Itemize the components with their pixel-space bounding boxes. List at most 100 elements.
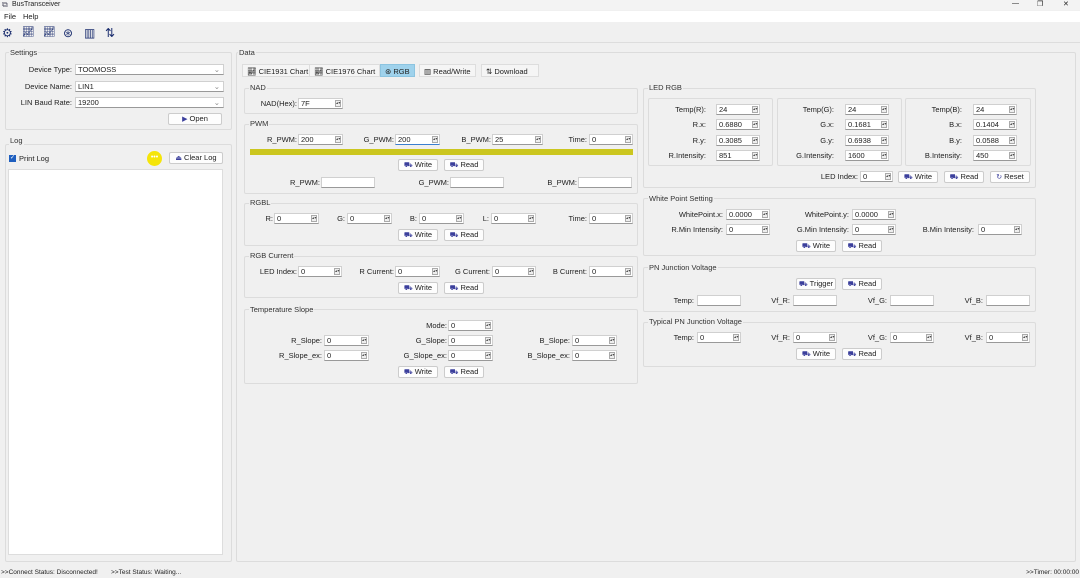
b-current-spinbox[interactable]: 0 ▴▾ (589, 266, 633, 277)
menu-help[interactable]: Help (23, 12, 38, 21)
g-min-intensity-spinbox[interactable]: 0 ▴▾ (852, 224, 896, 235)
r-pwm-spinbox[interactable]: 200 ▴▾ (298, 134, 343, 145)
mode-spinbox[interactable]: 0 ▴▾ (448, 320, 493, 331)
slope-write-button[interactable]: ⛟ Write (398, 366, 438, 378)
write-icon: ⛟ (903, 174, 913, 181)
pwm-time-spinbox[interactable]: 0 ▴▾ (589, 134, 633, 145)
pn-trigger-button[interactable]: ⛟ Trigger (796, 278, 836, 290)
close-button[interactable]: ✕ (1063, 0, 1069, 8)
chart-line-icon[interactable]: 📈︎ (22, 26, 35, 40)
print-log-checkbox[interactable]: ✓ (9, 155, 16, 162)
typ-read-button[interactable]: ⛟ Read (842, 348, 882, 360)
typ-write-button[interactable]: ⛟ Write (796, 348, 836, 360)
temp-r-spinbox[interactable]: 24 ▴▾ (716, 104, 760, 115)
b-slope-ex-spinbox[interactable]: 0 ▴▾ (572, 350, 617, 361)
g-slope-spinbox[interactable]: 0 ▴▾ (448, 335, 493, 346)
g-x-spinbox[interactable]: 0.1681 ▴▾ (845, 119, 889, 130)
slope-read-button[interactable]: ⛟ Read (444, 366, 484, 378)
nad-title: NAD (249, 83, 267, 92)
r-pwm-readout (321, 177, 375, 188)
device-type-select[interactable]: TOOMOSS ⌄ (75, 64, 224, 75)
current-led-index-spinbox[interactable]: 0 ▴▾ (298, 266, 342, 277)
read-icon: ⛟ (847, 281, 857, 288)
white-point-x-spinbox[interactable]: 0.0000 ▴▾ (726, 209, 770, 220)
g-pwm-spinbox[interactable]: 200 ▴▾ (395, 134, 440, 145)
typ-vf-b-label: Vf_B: (964, 333, 983, 342)
g-intensity-spinbox[interactable]: 1600 ▴▾ (845, 150, 889, 161)
read-write-icon[interactable]: ▥ (84, 26, 95, 40)
r-slope-spinbox[interactable]: 0 ▴▾ (324, 335, 369, 346)
r-current-spinbox[interactable]: 0 ▴▾ (395, 266, 440, 277)
r-min-intensity-spinbox[interactable]: 0 ▴▾ (726, 224, 770, 235)
device-name-select[interactable]: LIN1 ⌄ (75, 81, 224, 92)
write-icon: ⛟ (801, 351, 811, 358)
baud-rate-label: LIN Baud Rate: (20, 98, 72, 107)
menu-file[interactable]: File (4, 12, 16, 21)
temp-b-spinbox[interactable]: 24 ▴▾ (973, 104, 1017, 115)
baud-rate-select[interactable]: 19200 ⌄ (75, 97, 224, 108)
tab-rgb[interactable]: ⊛ RGB (380, 64, 415, 77)
clear-log-button[interactable]: ⏏ Clear Log (169, 152, 223, 164)
b-current-label: B Current: (552, 267, 587, 276)
rgb-current-title: RGB Current (249, 251, 295, 260)
maximize-button[interactable]: ❐ (1037, 0, 1043, 8)
r-intensity-spinbox[interactable]: 851 ▴▾ (716, 150, 760, 161)
pn-vf-g-readout (890, 295, 934, 306)
typ-vf-r-spinbox[interactable]: 0 ▴▾ (793, 332, 837, 343)
pwm-read-button[interactable]: ⛟ Read (444, 159, 484, 171)
rgbl-time-spinbox[interactable]: 0 ▴▾ (589, 213, 633, 224)
log-output[interactable] (8, 169, 223, 555)
white-write-button[interactable]: ⛟ Write (796, 240, 836, 252)
r-slope-ex-spinbox[interactable]: 0 ▴▾ (324, 350, 369, 361)
tab-read-write[interactable]: ▥ Read/Write (419, 64, 476, 77)
led-read-button[interactable]: ⛟ Read (944, 171, 984, 183)
nad-spinbox[interactable]: 7F ▴▾ (298, 98, 343, 109)
pwm-write-button[interactable]: ⛟ Write (398, 159, 438, 171)
b-min-intensity-spinbox[interactable]: 0 ▴▾ (978, 224, 1022, 235)
led-reset-button[interactable]: ↻ Reset (990, 171, 1030, 183)
rgbl-read-button[interactable]: ⛟ Read (444, 229, 484, 241)
r-y-spinbox[interactable]: 0.3085 ▴▾ (716, 135, 760, 146)
b-x-spinbox[interactable]: 0.1404 ▴▾ (973, 119, 1017, 130)
gear-icon[interactable]: ⚙ (2, 26, 13, 40)
r-slope-ex-label: R_Slope_ex: (279, 351, 322, 360)
r-x-spinbox[interactable]: 0.6880 ▴▾ (716, 119, 760, 130)
b-intensity-label: B.Intensity: (924, 151, 962, 160)
open-button[interactable]: ▶ Open (168, 113, 222, 125)
g-current-spinbox[interactable]: 0 ▴▾ (492, 266, 536, 277)
rgbl-write-button[interactable]: ⛟ Write (398, 229, 438, 241)
chart-line-icon[interactable]: 📈︎ (43, 26, 56, 40)
temp-g-spinbox[interactable]: 24 ▴▾ (845, 104, 889, 115)
g-slope-ex-spinbox[interactable]: 0 ▴▾ (448, 350, 493, 361)
log-title: Log (9, 136, 24, 145)
white-read-button[interactable]: ⛟ Read (842, 240, 882, 252)
g-y-spinbox[interactable]: 0.6938 ▴▾ (845, 135, 889, 146)
typ-vf-b-spinbox[interactable]: 0 ▴▾ (986, 332, 1030, 343)
b-slope-spinbox[interactable]: 0 ▴▾ (572, 335, 617, 346)
typ-temp-spinbox[interactable]: 0 ▴▾ (697, 332, 741, 343)
minimize-button[interactable]: — (1012, 0, 1019, 7)
pn-read-button[interactable]: ⛟ Read (842, 278, 882, 290)
b-intensity-spinbox[interactable]: 450 ▴▾ (973, 150, 1017, 161)
g-pwm-readout-label: G_PWM: (418, 178, 449, 187)
rgb-circles-icon[interactable]: ⊛ (63, 26, 73, 40)
g-pwm-label: G_PWM: (363, 135, 394, 144)
white-point-y-spinbox[interactable]: 0.0000 ▴▾ (852, 209, 896, 220)
transfer-icon[interactable]: ⇅ (105, 26, 115, 40)
rgbl-g-spinbox[interactable]: 0 ▴▾ (347, 213, 392, 224)
current-read-button[interactable]: ⛟ Read (444, 282, 484, 294)
tab-download[interactable]: ⇅ Download (481, 64, 539, 77)
rgbl-b-spinbox[interactable]: 0 ▴▾ (419, 213, 464, 224)
b-pwm-spinbox[interactable]: 25 ▴▾ (492, 134, 543, 145)
led-index-spinbox[interactable]: 0 ▴▾ (860, 171, 893, 182)
tab-cie1976-chart[interactable]: 📈︎ CIE1976 Chart (309, 64, 381, 77)
rgbl-r-spinbox[interactable]: 0 ▴▾ (274, 213, 319, 224)
read-icon: ⛟ (449, 369, 459, 376)
tab-cie1931-chart[interactable]: 📈︎ CIE1931 Chart (242, 64, 314, 77)
rgbl-l-spinbox[interactable]: 0 ▴▾ (491, 213, 536, 224)
typ-vf-g-spinbox[interactable]: 0 ▴▾ (890, 332, 934, 343)
broom-icon: ⏏ (175, 155, 183, 162)
current-write-button[interactable]: ⛟ Write (398, 282, 438, 294)
b-y-spinbox[interactable]: 0.0588 ▴▾ (973, 135, 1017, 146)
led-write-button[interactable]: ⛟ Write (898, 171, 938, 183)
